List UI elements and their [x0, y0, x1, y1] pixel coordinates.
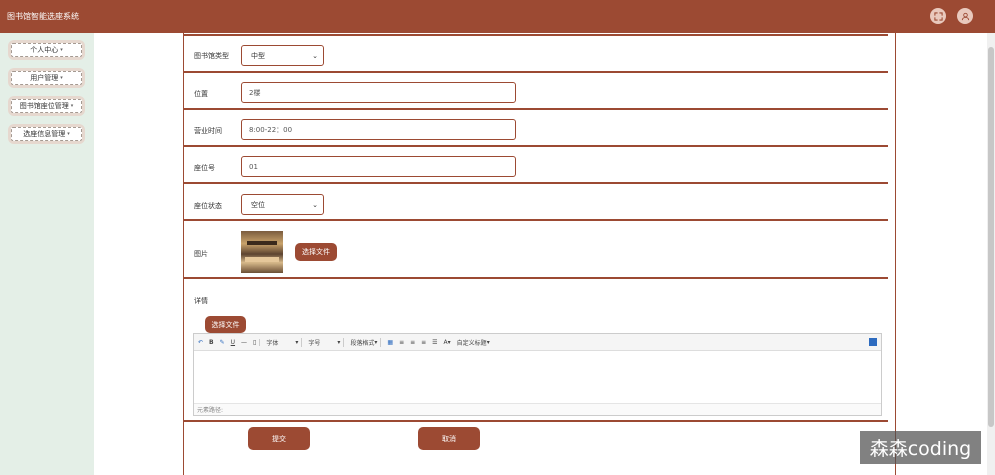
clear-format-icon[interactable]: ▯	[253, 338, 261, 346]
divider	[184, 182, 888, 184]
fullscreen-editor-icon[interactable]	[869, 338, 877, 346]
font-color-button[interactable]: A ▾	[444, 339, 451, 346]
seat-status-select[interactable]: 空位 ⌄	[241, 194, 324, 215]
sidebar-item-personal-center[interactable]: 个人中心 ▾	[8, 40, 85, 60]
top-bar: 图书馆智能选座系统	[0, 0, 995, 33]
chevron-down-icon: ▾	[447, 338, 451, 346]
divider	[184, 420, 888, 422]
seat-status-label: 座位状态	[194, 202, 222, 210]
sidebar-item-label: 用户管理	[30, 74, 59, 82]
custom-title-select[interactable]: 自定义标题 ▾	[457, 338, 490, 347]
chevron-down-icon: ▾	[70, 103, 74, 109]
font-family-select[interactable]: 字体 ▾	[266, 337, 303, 347]
table-icon[interactable]: ▦	[387, 339, 393, 346]
custom-title-label: 自定义标题	[456, 339, 487, 347]
chevron-down-icon: ▾	[374, 338, 378, 346]
divider	[184, 71, 888, 73]
sidebar-item-booking-management[interactable]: 选座信息管理 ▾	[8, 124, 85, 144]
cancel-button[interactable]: 取消	[418, 427, 480, 450]
align-center-icon[interactable]: ≡	[410, 339, 415, 346]
chevron-down-icon: ▾	[337, 338, 341, 346]
seat-number-input[interactable]: 01	[241, 156, 516, 177]
sidebar-item-label: 选座信息管理	[23, 130, 66, 138]
align-right-icon[interactable]: ≡	[421, 339, 426, 346]
app-title: 图书馆智能选座系统	[7, 12, 79, 21]
submit-button-label: 提交	[272, 434, 286, 443]
seat-number-label: 座位号	[194, 164, 215, 172]
paragraph-label: 段落格式	[350, 339, 375, 347]
align-left-icon[interactable]: ≡	[399, 339, 404, 346]
sidebar-item-label: 图书馆座位管理	[19, 102, 69, 110]
cancel-button-label: 取消	[442, 434, 456, 443]
format-brush-icon[interactable]: ✎	[220, 339, 225, 346]
hours-input[interactable]: 8:00-22：00	[241, 119, 516, 140]
fullscreen-icon	[933, 11, 943, 21]
chevron-down-icon: ▾	[60, 75, 63, 81]
image-preview	[241, 231, 283, 273]
editor-element-path: 元素路径:	[194, 403, 881, 415]
rich-text-editor[interactable]: ↶ B ✎ U — ▯ 字体 ▾ 字号 ▾ 段落格式 ▾ ▦ ≡ ≡ ≡ ☰ A ▾ 自…	[193, 333, 882, 416]
choose-detail-file-button-label: 选择文件	[211, 320, 240, 329]
library-type-select[interactable]: 中型 ⌄	[241, 45, 324, 66]
chevron-down-icon: ▾	[67, 131, 70, 137]
location-label: 位置	[194, 90, 208, 98]
choose-detail-file-button[interactable]: 选择文件	[205, 316, 246, 333]
sidebar-item-seat-management[interactable]: 图书馆座位管理 ▾	[8, 96, 85, 116]
location-value: 2楼	[249, 88, 261, 97]
font-size-label: 字号	[308, 339, 321, 347]
library-type-label: 图书馆类型	[194, 52, 229, 60]
hours-value: 8:00-22：00	[249, 125, 293, 134]
library-type-value: 中型	[251, 51, 265, 60]
sidebar-item-user-management[interactable]: 用户管理 ▾	[8, 68, 85, 88]
location-input[interactable]: 2楼	[241, 82, 516, 103]
user-icon	[961, 12, 969, 20]
chevron-down-icon: ▾	[486, 338, 490, 346]
seat-number-value: 01	[249, 162, 258, 171]
divider	[184, 145, 888, 147]
main-panel-border-right	[895, 33, 896, 475]
divider	[184, 108, 888, 110]
divider	[184, 219, 888, 221]
details-label: 详情	[194, 297, 208, 305]
align-justify-icon[interactable]: ☰	[432, 339, 437, 346]
sidebar-item-label: 个人中心	[30, 46, 59, 54]
paragraph-select[interactable]: 段落格式 ▾	[350, 337, 382, 347]
chevron-down-icon: ⌄	[312, 52, 318, 60]
chevron-down-icon: ▾	[60, 47, 63, 53]
editor-toolbar: ↶ B ✎ U — ▯ 字体 ▾ 字号 ▾ 段落格式 ▾ ▦ ≡ ≡ ≡ ☰ A ▾ 自…	[194, 334, 881, 351]
underline-button[interactable]: U	[231, 339, 235, 346]
divider	[184, 277, 888, 279]
image-label: 图片	[194, 250, 208, 258]
choose-image-button[interactable]: 选择文件	[295, 243, 337, 261]
user-button[interactable]	[957, 8, 973, 24]
chevron-down-icon: ▾	[295, 338, 299, 346]
choose-image-button-label: 选择文件	[302, 248, 330, 256]
submit-button[interactable]: 提交	[248, 427, 310, 450]
main-panel-border-left	[183, 33, 184, 475]
scrollbar-thumb[interactable]	[988, 47, 994, 427]
page-scrollbar[interactable]	[987, 33, 995, 475]
hours-label: 营业时间	[194, 127, 222, 135]
seat-status-value: 空位	[251, 200, 265, 209]
bold-button[interactable]: B	[209, 339, 214, 346]
fullscreen-button[interactable]	[930, 8, 946, 24]
chevron-down-icon: ⌄	[312, 201, 318, 209]
sidebar: 个人中心 ▾ 用户管理 ▾ 图书馆座位管理 ▾ 选座信息管理 ▾	[0, 33, 94, 475]
font-size-select[interactable]: 字号 ▾	[308, 337, 345, 347]
horizontal-line-icon[interactable]: —	[241, 339, 247, 346]
source-icon[interactable]: ↶	[198, 339, 203, 346]
watermark: 森森coding	[860, 431, 981, 464]
divider	[184, 34, 888, 36]
font-family-label: 字体	[266, 339, 279, 347]
